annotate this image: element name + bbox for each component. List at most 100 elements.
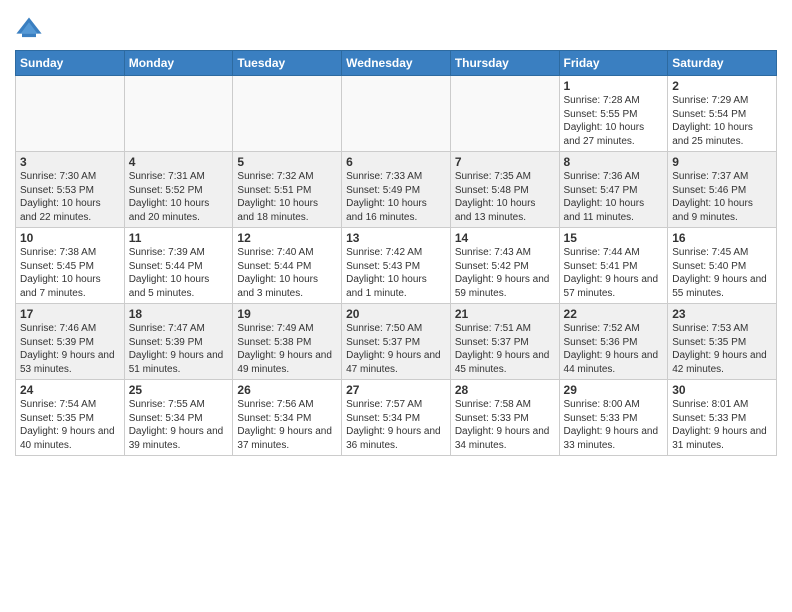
day-info: Sunrise: 7:46 AM Sunset: 5:39 PM Dayligh…: [20, 322, 120, 376]
calendar-week-5: 24Sunrise: 7:54 AM Sunset: 5:35 PM Dayli…: [16, 380, 777, 456]
day-number: 29: [564, 383, 664, 397]
weekday-row: SundayMondayTuesdayWednesdayThursdayFrid…: [16, 51, 777, 76]
day-number: 14: [455, 231, 555, 245]
calendar-cell: 8Sunrise: 7:36 AM Sunset: 5:47 PM Daylig…: [559, 152, 668, 228]
calendar-cell: 13Sunrise: 7:42 AM Sunset: 5:43 PM Dayli…: [342, 228, 451, 304]
calendar-cell: 15Sunrise: 7:44 AM Sunset: 5:41 PM Dayli…: [559, 228, 668, 304]
day-info: Sunrise: 7:52 AM Sunset: 5:36 PM Dayligh…: [564, 322, 664, 376]
calendar-cell: 9Sunrise: 7:37 AM Sunset: 5:46 PM Daylig…: [668, 152, 777, 228]
logo-area: [15, 10, 45, 42]
day-number: 8: [564, 155, 664, 169]
day-info: Sunrise: 7:38 AM Sunset: 5:45 PM Dayligh…: [20, 246, 120, 300]
day-info: Sunrise: 7:51 AM Sunset: 5:37 PM Dayligh…: [455, 322, 555, 376]
calendar-cell: 23Sunrise: 7:53 AM Sunset: 5:35 PM Dayli…: [668, 304, 777, 380]
day-info: Sunrise: 7:42 AM Sunset: 5:43 PM Dayligh…: [346, 246, 446, 300]
weekday-header-wednesday: Wednesday: [342, 51, 451, 76]
day-number: 23: [672, 307, 772, 321]
weekday-header-monday: Monday: [124, 51, 233, 76]
day-number: 19: [237, 307, 337, 321]
calendar-table: SundayMondayTuesdayWednesdayThursdayFrid…: [15, 50, 777, 456]
calendar-week-2: 3Sunrise: 7:30 AM Sunset: 5:53 PM Daylig…: [16, 152, 777, 228]
day-info: Sunrise: 8:00 AM Sunset: 5:33 PM Dayligh…: [564, 398, 664, 452]
calendar-cell: 1Sunrise: 7:28 AM Sunset: 5:55 PM Daylig…: [559, 76, 668, 152]
day-info: Sunrise: 7:28 AM Sunset: 5:55 PM Dayligh…: [564, 94, 664, 148]
calendar-cell: [342, 76, 451, 152]
day-info: Sunrise: 7:57 AM Sunset: 5:34 PM Dayligh…: [346, 398, 446, 452]
logo-icon: [15, 14, 43, 42]
day-number: 28: [455, 383, 555, 397]
day-info: Sunrise: 7:29 AM Sunset: 5:54 PM Dayligh…: [672, 94, 772, 148]
calendar-cell: 5Sunrise: 7:32 AM Sunset: 5:51 PM Daylig…: [233, 152, 342, 228]
weekday-header-thursday: Thursday: [450, 51, 559, 76]
calendar-cell: 28Sunrise: 7:58 AM Sunset: 5:33 PM Dayli…: [450, 380, 559, 456]
day-info: Sunrise: 7:47 AM Sunset: 5:39 PM Dayligh…: [129, 322, 229, 376]
day-number: 27: [346, 383, 446, 397]
calendar-cell: 16Sunrise: 7:45 AM Sunset: 5:40 PM Dayli…: [668, 228, 777, 304]
calendar-week-1: 1Sunrise: 7:28 AM Sunset: 5:55 PM Daylig…: [16, 76, 777, 152]
calendar-cell: [450, 76, 559, 152]
day-info: Sunrise: 7:37 AM Sunset: 5:46 PM Dayligh…: [672, 170, 772, 224]
calendar-cell: [16, 76, 125, 152]
calendar-cell: 17Sunrise: 7:46 AM Sunset: 5:39 PM Dayli…: [16, 304, 125, 380]
day-info: Sunrise: 7:35 AM Sunset: 5:48 PM Dayligh…: [455, 170, 555, 224]
day-info: Sunrise: 7:30 AM Sunset: 5:53 PM Dayligh…: [20, 170, 120, 224]
calendar-cell: 20Sunrise: 7:50 AM Sunset: 5:37 PM Dayli…: [342, 304, 451, 380]
day-info: Sunrise: 7:53 AM Sunset: 5:35 PM Dayligh…: [672, 322, 772, 376]
day-number: 30: [672, 383, 772, 397]
day-number: 10: [20, 231, 120, 245]
day-number: 15: [564, 231, 664, 245]
calendar-cell: 19Sunrise: 7:49 AM Sunset: 5:38 PM Dayli…: [233, 304, 342, 380]
calendar-cell: 30Sunrise: 8:01 AM Sunset: 5:33 PM Dayli…: [668, 380, 777, 456]
calendar-cell: 24Sunrise: 7:54 AM Sunset: 5:35 PM Dayli…: [16, 380, 125, 456]
day-number: 20: [346, 307, 446, 321]
day-info: Sunrise: 7:32 AM Sunset: 5:51 PM Dayligh…: [237, 170, 337, 224]
calendar-week-3: 10Sunrise: 7:38 AM Sunset: 5:45 PM Dayli…: [16, 228, 777, 304]
calendar-cell: 4Sunrise: 7:31 AM Sunset: 5:52 PM Daylig…: [124, 152, 233, 228]
weekday-header-saturday: Saturday: [668, 51, 777, 76]
calendar-cell: 29Sunrise: 8:00 AM Sunset: 5:33 PM Dayli…: [559, 380, 668, 456]
calendar-cell: 27Sunrise: 7:57 AM Sunset: 5:34 PM Dayli…: [342, 380, 451, 456]
day-info: Sunrise: 7:40 AM Sunset: 5:44 PM Dayligh…: [237, 246, 337, 300]
day-info: Sunrise: 7:56 AM Sunset: 5:34 PM Dayligh…: [237, 398, 337, 452]
day-info: Sunrise: 7:58 AM Sunset: 5:33 PM Dayligh…: [455, 398, 555, 452]
calendar-page: SundayMondayTuesdayWednesdayThursdayFrid…: [0, 0, 792, 471]
calendar-cell: 6Sunrise: 7:33 AM Sunset: 5:49 PM Daylig…: [342, 152, 451, 228]
day-number: 4: [129, 155, 229, 169]
day-number: 12: [237, 231, 337, 245]
day-info: Sunrise: 7:36 AM Sunset: 5:47 PM Dayligh…: [564, 170, 664, 224]
day-number: 16: [672, 231, 772, 245]
calendar-header: SundayMondayTuesdayWednesdayThursdayFrid…: [16, 51, 777, 76]
day-info: Sunrise: 7:33 AM Sunset: 5:49 PM Dayligh…: [346, 170, 446, 224]
day-info: Sunrise: 8:01 AM Sunset: 5:33 PM Dayligh…: [672, 398, 772, 452]
day-info: Sunrise: 7:39 AM Sunset: 5:44 PM Dayligh…: [129, 246, 229, 300]
day-info: Sunrise: 7:44 AM Sunset: 5:41 PM Dayligh…: [564, 246, 664, 300]
day-number: 11: [129, 231, 229, 245]
calendar-cell: 18Sunrise: 7:47 AM Sunset: 5:39 PM Dayli…: [124, 304, 233, 380]
calendar-cell: 2Sunrise: 7:29 AM Sunset: 5:54 PM Daylig…: [668, 76, 777, 152]
day-number: 6: [346, 155, 446, 169]
calendar-cell: 12Sunrise: 7:40 AM Sunset: 5:44 PM Dayli…: [233, 228, 342, 304]
calendar-week-4: 17Sunrise: 7:46 AM Sunset: 5:39 PM Dayli…: [16, 304, 777, 380]
calendar-cell: 26Sunrise: 7:56 AM Sunset: 5:34 PM Dayli…: [233, 380, 342, 456]
day-number: 25: [129, 383, 229, 397]
calendar-cell: [233, 76, 342, 152]
day-number: 22: [564, 307, 664, 321]
weekday-header-tuesday: Tuesday: [233, 51, 342, 76]
day-info: Sunrise: 7:55 AM Sunset: 5:34 PM Dayligh…: [129, 398, 229, 452]
calendar-cell: 14Sunrise: 7:43 AM Sunset: 5:42 PM Dayli…: [450, 228, 559, 304]
day-info: Sunrise: 7:50 AM Sunset: 5:37 PM Dayligh…: [346, 322, 446, 376]
day-number: 7: [455, 155, 555, 169]
day-info: Sunrise: 7:45 AM Sunset: 5:40 PM Dayligh…: [672, 246, 772, 300]
weekday-header-sunday: Sunday: [16, 51, 125, 76]
calendar-cell: 7Sunrise: 7:35 AM Sunset: 5:48 PM Daylig…: [450, 152, 559, 228]
calendar-cell: 3Sunrise: 7:30 AM Sunset: 5:53 PM Daylig…: [16, 152, 125, 228]
calendar-cell: 25Sunrise: 7:55 AM Sunset: 5:34 PM Dayli…: [124, 380, 233, 456]
day-number: 3: [20, 155, 120, 169]
day-number: 2: [672, 79, 772, 93]
calendar-cell: [124, 76, 233, 152]
calendar-cell: 10Sunrise: 7:38 AM Sunset: 5:45 PM Dayli…: [16, 228, 125, 304]
calendar-cell: 22Sunrise: 7:52 AM Sunset: 5:36 PM Dayli…: [559, 304, 668, 380]
calendar-cell: 21Sunrise: 7:51 AM Sunset: 5:37 PM Dayli…: [450, 304, 559, 380]
day-number: 21: [455, 307, 555, 321]
day-number: 24: [20, 383, 120, 397]
